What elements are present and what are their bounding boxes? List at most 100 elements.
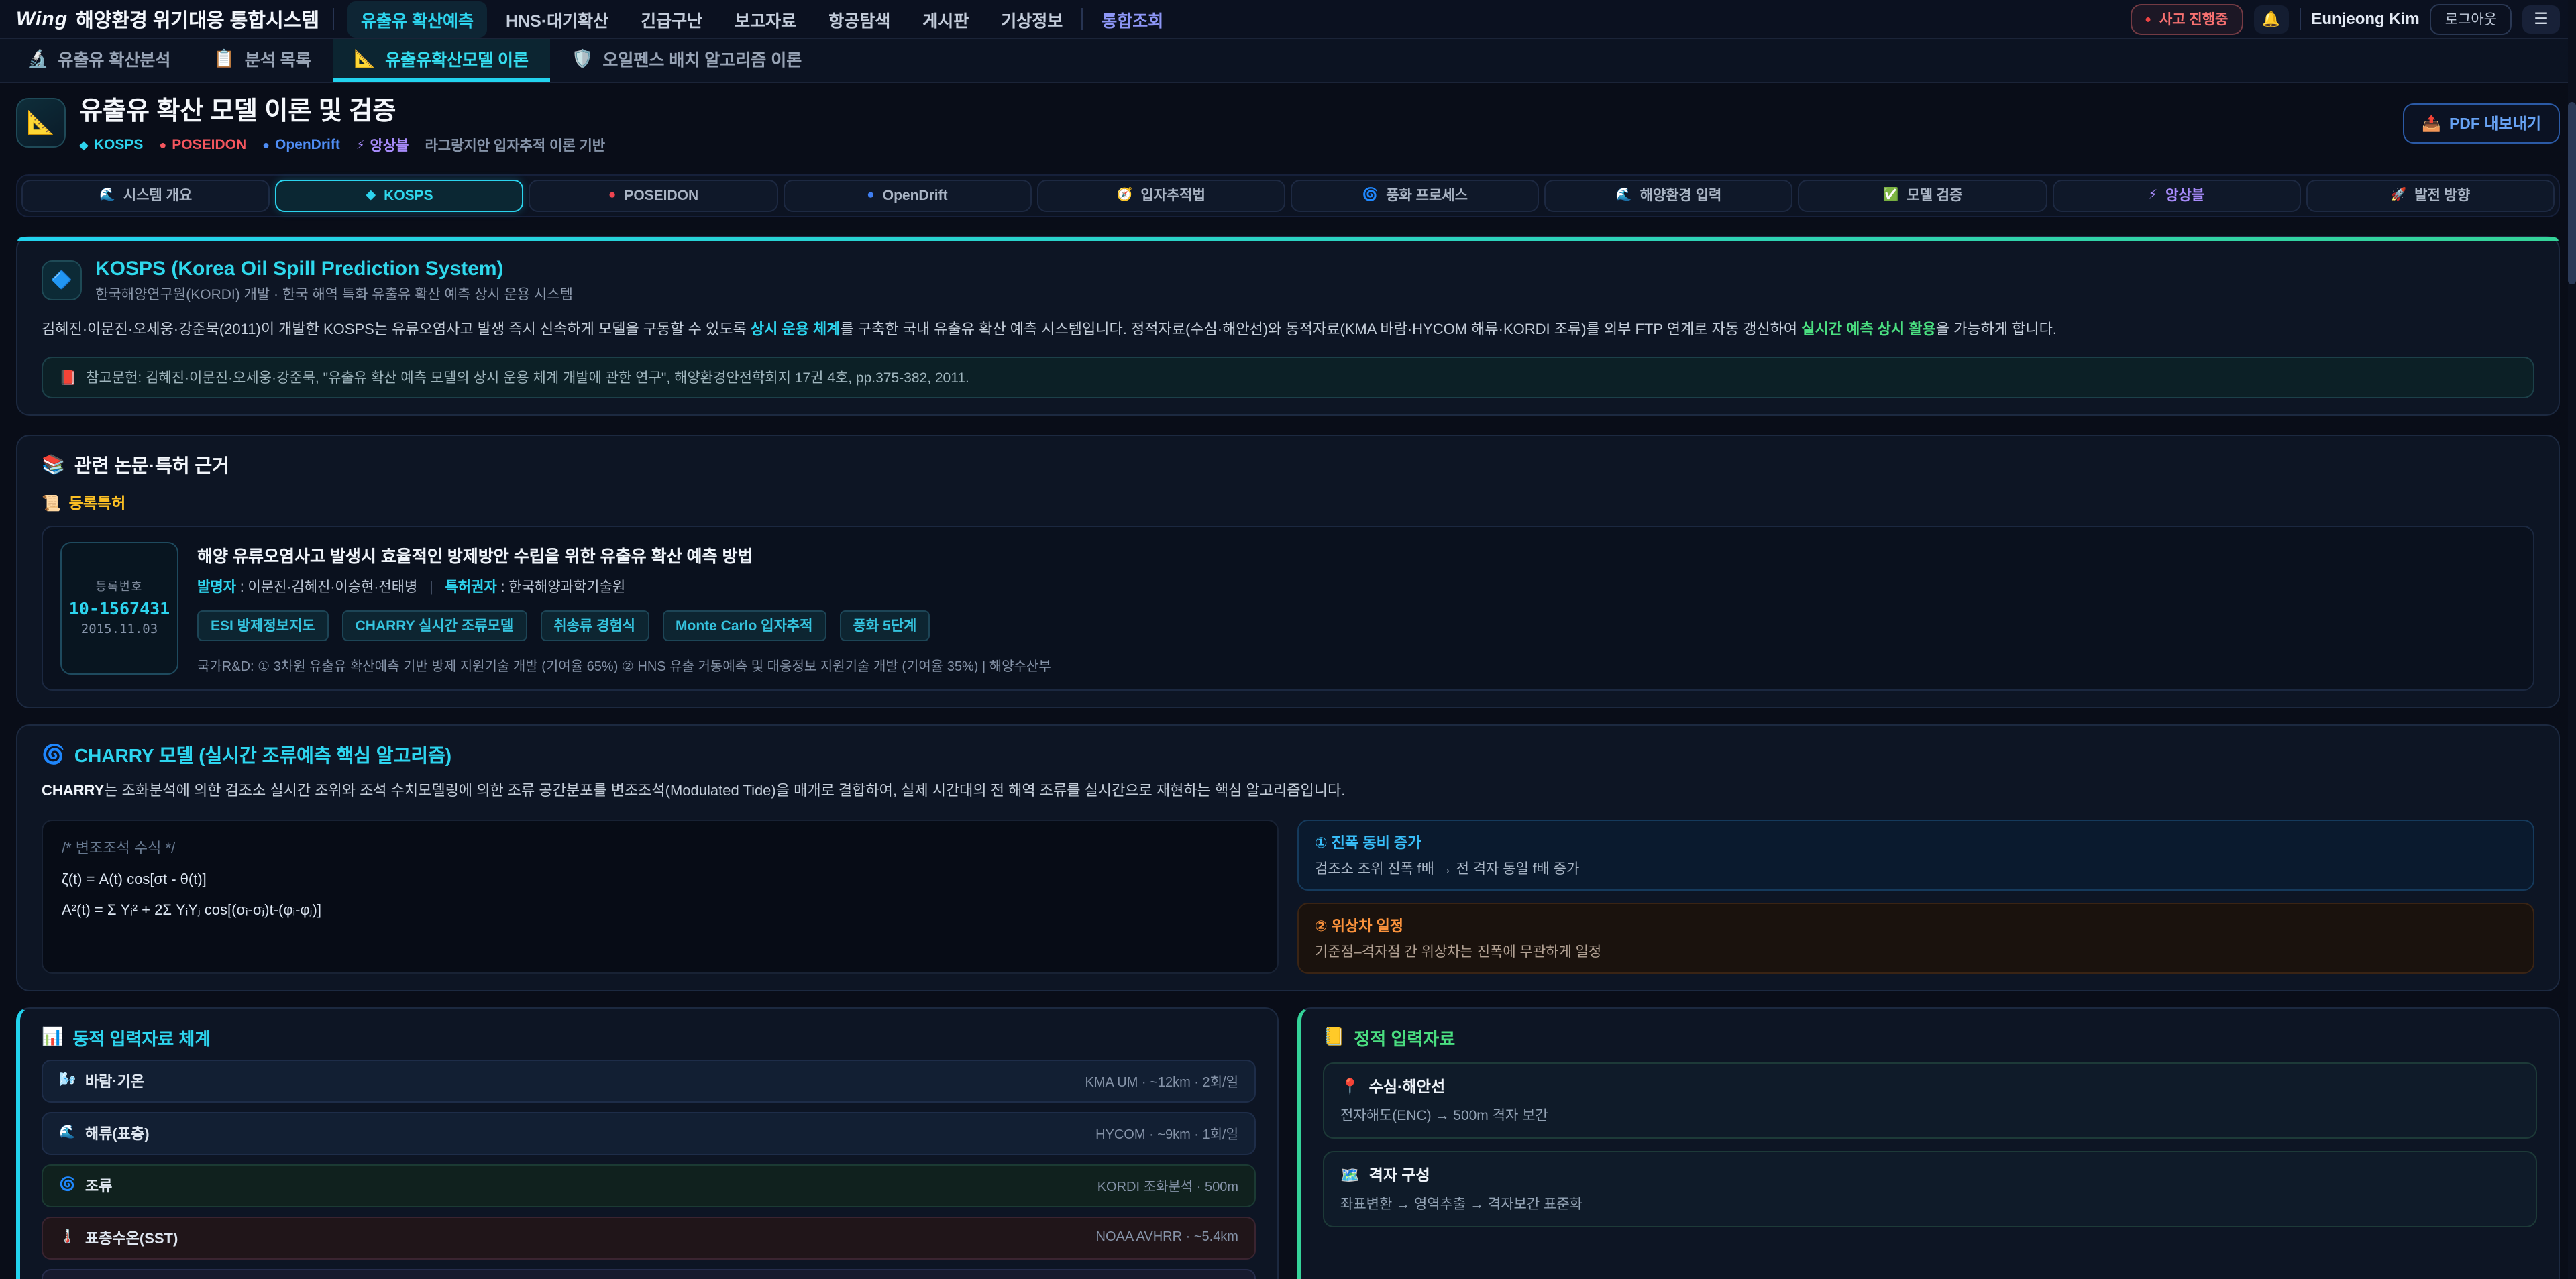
menu-button[interactable]: ☰	[2522, 5, 2560, 33]
card-bathymetry-coastline: 📍수심·해안선 전자해도(ENC) → 500m 격자 보간	[1323, 1062, 2537, 1138]
inventors-label: 발명자	[197, 579, 236, 596]
export-icon: 📤	[2422, 114, 2441, 133]
dynamic-input-title: 동적 입력자료 체계	[72, 1024, 211, 1050]
badge-label: OpenDrift	[275, 137, 340, 154]
chip-weathering-process[interactable]: 🌀풍화 프로세스	[1291, 180, 1539, 212]
row-value: HYCOM · ~9km · 1회/일	[1095, 1123, 1238, 1143]
wind-icon: 🌬️	[59, 1073, 76, 1088]
tab-label: 오일펜스 배치 알고리즘 이론	[602, 46, 802, 71]
callout-amplitude-ratio: ① 진폭 동비 증가 검조소 조위 진폭 f배 → 전 격자 동일 f배 증가	[1297, 819, 2534, 890]
card-body: 전자해도(ENC) → 500m 격자 보간	[1340, 1105, 2520, 1125]
top-navbar: Wing 해양환경 위기대응 통합시스템 유출유 확산예측 HNS·대기확산 긴…	[0, 0, 2576, 39]
sub-navbar: 🔬 유출유 확산분석 📋 분석 목록 📐 유출유확산모델 이론 🛡️ 오일펜스 …	[0, 39, 2576, 83]
tab-analysis-list[interactable]: 📋 분석 목록	[192, 39, 332, 82]
row-value: NOAA AVHRR · ~5.4km	[1096, 1230, 1239, 1245]
notebook-icon: 📒	[1323, 1026, 1344, 1048]
reference-text: 참고문헌: 김혜진·이문진·오세웅·강준묵, "유출유 확산 예측 모델의 상시…	[86, 368, 969, 388]
callout-phase-constant: ② 위상차 일정 기준점–격자점 간 위상차는 진폭에 무관하게 일정	[1297, 902, 2534, 973]
chip-ensemble[interactable]: ⚡ 앙상블	[2052, 180, 2300, 212]
patent-section-title: 관련 논문·특허 근거	[74, 452, 229, 479]
chip-label: 시스템 개요	[123, 186, 192, 206]
static-input-title: 정적 입력자료	[1354, 1024, 1455, 1050]
books-icon: 📚	[42, 454, 65, 477]
blue-diamond-icon: 🔷	[51, 270, 72, 292]
card-grid-configuration: 🗺️격자 구성 좌표변환 → 영역추출 → 격자보간 표준화	[1323, 1150, 2537, 1227]
scroll-icon: 📜	[42, 494, 61, 512]
registration-label: 등록번호	[96, 579, 144, 595]
chip-kosps[interactable]: ◆KOSPS	[275, 180, 523, 212]
row-label: 조류	[85, 1174, 113, 1196]
tag-esi-map[interactable]: ESI 방제정보지도	[197, 610, 329, 641]
nav-item-board[interactable]: 게시판	[909, 1, 982, 37]
pdf-export-button[interactable]: 📤 PDF 내보내기	[2403, 103, 2560, 144]
charry-section: 🌀 CHARRY 모델 (실시간 조류예측 핵심 알고리즘) CHARRY는 조…	[16, 724, 2560, 991]
nav-item-emergency-rescue[interactable]: 긴급구난	[627, 1, 716, 37]
dot-icon: ●	[608, 188, 616, 203]
formula-zeta: ζ(t) = A(t) cos[σt - θ(t)]	[62, 865, 1258, 895]
page-scrollbar	[2568, 0, 2576, 1279]
nav-item-aerial-search[interactable]: 항공탐색	[815, 1, 904, 37]
page-icon-box: 📐	[16, 98, 66, 148]
registered-patent-label: 등록특허	[69, 492, 126, 514]
brand: Wing 해양환경 위기대응 통합시스템	[16, 5, 319, 33]
tab-label: 유출유 확산분석	[58, 46, 170, 71]
logout-button[interactable]: 로그아웃	[2430, 3, 2512, 34]
cyclone-icon: 🌀	[42, 744, 65, 767]
nav-item-hns-diffusion[interactable]: HNS·대기확산	[492, 1, 622, 37]
dynamic-input-panel: 📊 동적 입력자료 체계 🌬️바람·기온 KMA UM · ~12km · 2회…	[16, 1007, 1279, 1279]
charry-text: 는 조화분석에 의한 검조소 실시간 조위와 조석 수치모델링에 의한 조류 공…	[104, 783, 1345, 799]
tag-weathering-5-stages[interactable]: 풍화 5단계	[839, 610, 930, 641]
tab-spill-model-theory[interactable]: 📐 유출유확산모델 이론	[333, 39, 550, 82]
user-name: Eunjeong Kim	[2311, 9, 2419, 28]
national-rnd-note: 국가R&D: ① 3차원 유출유 확산예측 기반 방제 지원기술 개발 (기여율…	[197, 655, 1051, 675]
chip-poseidon[interactable]: ●POSEIDON	[529, 180, 777, 212]
page-subtitle-note: 라그랑지안 입자추적 이론 기반	[425, 135, 605, 156]
row-value: KORDI 조화분석 · 500m	[1097, 1175, 1238, 1195]
nav-item-weather-info[interactable]: 기상정보	[987, 1, 1076, 37]
chip-label: KOSPS	[384, 188, 433, 204]
nav-item-oil-spill-prediction[interactable]: 유출유 확산예측	[347, 1, 487, 37]
chip-future-direction[interactable]: 🚀발전 방향	[2306, 180, 2555, 212]
lightning-icon: ⚡	[2149, 188, 2157, 203]
wave-icon: 🌊	[59, 1125, 76, 1140]
kosps-description: 김혜진·이문진·오세웅·강준묵(2011)이 개발한 KOSPS는 유류오염사고…	[42, 318, 2534, 342]
chip-marine-env-input[interactable]: 🌊해양환경 입력	[1544, 180, 1792, 212]
nav-item-reports[interactable]: 보고자료	[721, 1, 810, 37]
code-comment: /* 변조조석 수식 */	[62, 834, 1258, 865]
topnav-right: ● 사고 진행중 🔔 Eunjeong Kim 로그아웃 ☰	[2130, 3, 2560, 34]
input-data-columns: 📊 동적 입력자료 체계 🌬️바람·기온 KMA UM · ~12km · 2회…	[16, 1007, 2560, 1279]
separator: |	[429, 579, 433, 596]
chip-label: OpenDrift	[883, 188, 948, 204]
dot-icon: ●	[262, 139, 270, 152]
diamond-icon: ◆	[79, 138, 89, 153]
divider	[1081, 8, 1083, 30]
chip-system-overview[interactable]: 🌊 시스템 개요	[21, 180, 270, 212]
chip-model-validation[interactable]: ✅모델 검증	[1799, 180, 2047, 212]
wave-icon: 🌊	[99, 188, 115, 203]
row-value: KMA UM · ~12km · 2회/일	[1085, 1070, 1238, 1091]
callout-title: ① 진폭 동비 증가	[1315, 831, 2517, 852]
charry-title: CHARRY 모델 (실시간 조류예측 핵심 알고리즘)	[74, 742, 451, 769]
kosps-header: 🔷 KOSPS (Korea Oil Spill Prediction Syst…	[42, 258, 2534, 304]
tag-monte-carlo[interactable]: Monte Carlo 입자추적	[662, 610, 826, 641]
page-title-block: 유출유 확산 모델 이론 및 검증 ◆ KOSPS ● POSEIDON ● O…	[79, 98, 2390, 156]
card-title: 수심·해안선	[1369, 1075, 1445, 1097]
chip-particle-tracking[interactable]: 🧭입자추적법	[1037, 180, 1285, 212]
row-label: 바람·기온	[85, 1070, 144, 1091]
kosps-section: 🔷 KOSPS (Korea Oil Spill Prediction Syst…	[16, 236, 2560, 416]
tag-wind-driven-formula[interactable]: 취송류 경험식	[540, 610, 649, 641]
chip-label: 앙상블	[2165, 186, 2204, 206]
tag-charry-model[interactable]: CHARRY 실시간 조류모델	[342, 610, 527, 641]
divider	[333, 8, 334, 30]
assignee-value: : 한국해양과학기술원	[501, 579, 626, 596]
tab-oil-fence-theory[interactable]: 🛡️ 오일펜스 배치 알고리즘 이론	[550, 39, 823, 82]
card-body: 좌표변환 → 영역추출 → 격자보간 표준화	[1340, 1193, 2520, 1213]
notification-button[interactable]: 🔔	[2253, 5, 2288, 33]
scrollbar-thumb[interactable]	[2568, 102, 2576, 284]
model-badges: ◆ KOSPS ● POSEIDON ● OpenDrift ⚡ 앙상블 라그랑…	[79, 135, 2390, 156]
charry-content-grid: /* 변조조석 수식 */ ζ(t) = A(t) cos[σt - θ(t)]…	[42, 819, 2534, 973]
tab-spill-analysis[interactable]: 🔬 유출유 확산분석	[5, 39, 192, 82]
nav-item-integrated-search[interactable]: 통합조회	[1088, 1, 1177, 37]
bell-icon: 🔔	[2262, 10, 2280, 27]
chip-opendrift[interactable]: ●OpenDrift	[783, 180, 1031, 212]
